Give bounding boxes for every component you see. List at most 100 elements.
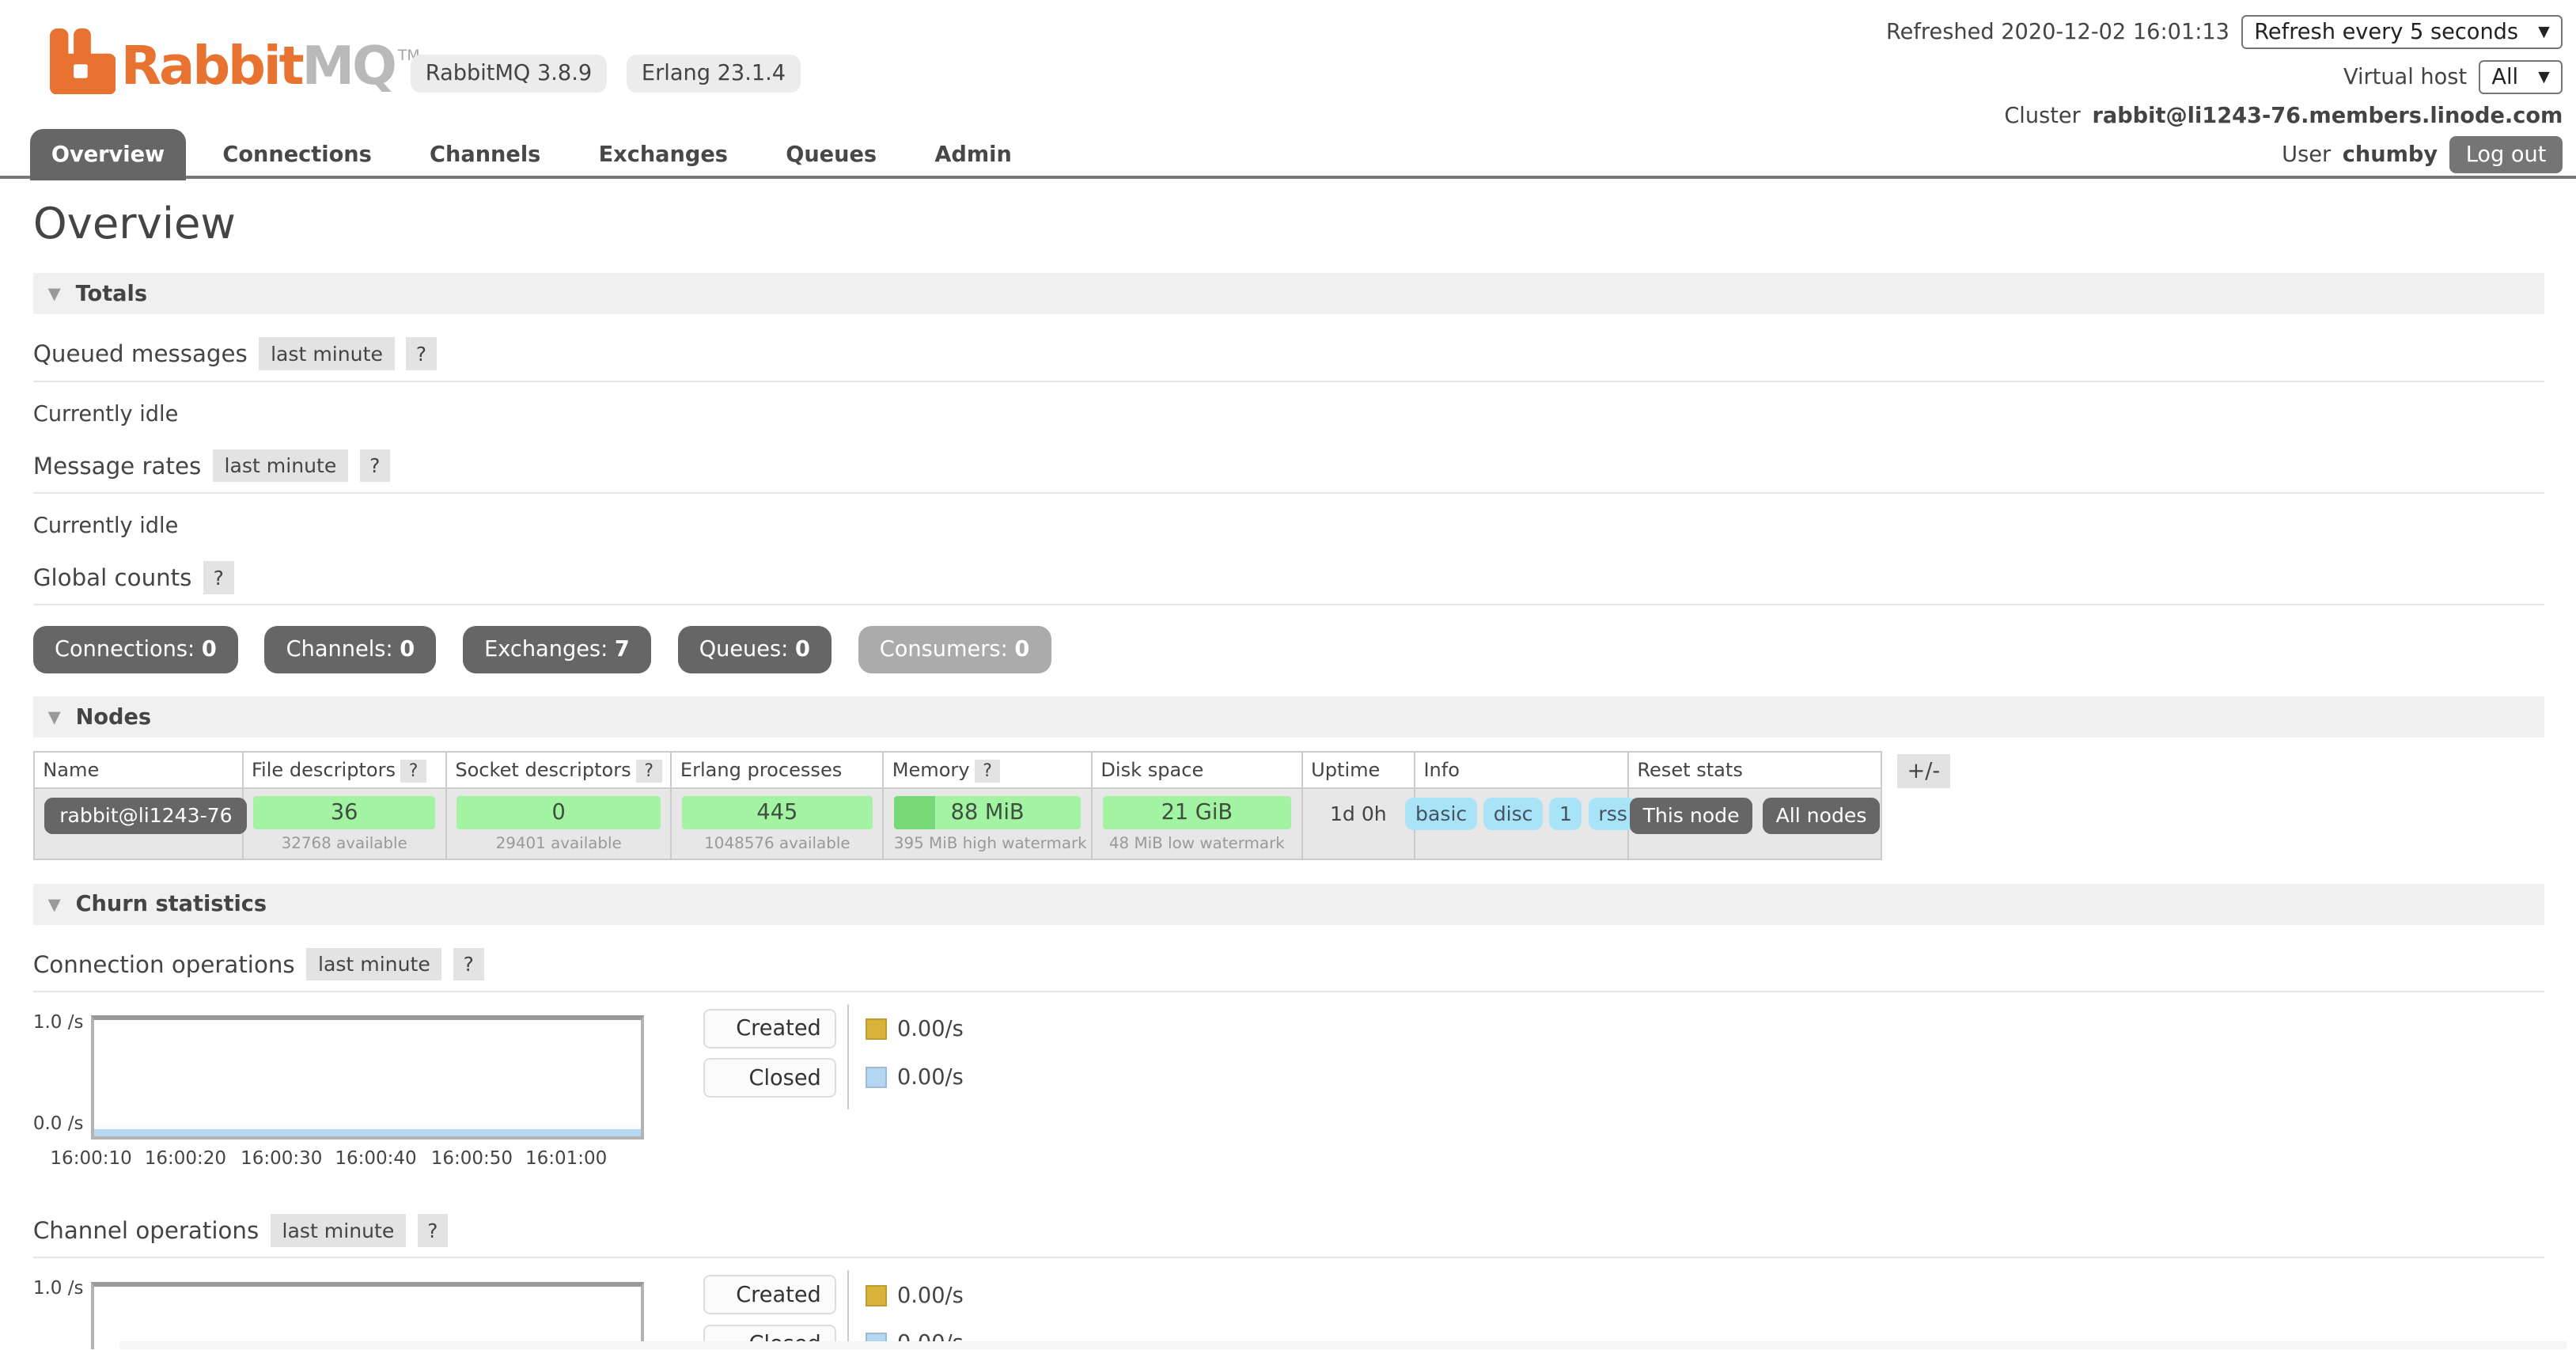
queues-count-button[interactable]: Queues: 0 <box>678 626 832 673</box>
rabbitmq-version-badge: RabbitMQ 3.8.9 <box>411 55 607 93</box>
created-rate-value: 0.00/s <box>897 1017 964 1041</box>
main-nav-tabs: Overview Connections Channels Exchanges … <box>30 129 1048 180</box>
col-header-disk-space: Disk space <box>1092 752 1302 789</box>
rabbitmq-management-overview-page: RabbitMQTM RabbitMQ 3.8.9 Erlang 23.1.4 … <box>0 0 2576 1349</box>
tab-channels[interactable]: Channels <box>408 129 563 180</box>
socket-descriptors-bar: 0 <box>456 796 660 829</box>
user-label: User <box>2282 142 2331 167</box>
help-icon[interactable]: ? <box>360 449 390 483</box>
help-icon[interactable]: ? <box>453 948 483 981</box>
column-selector-button[interactable]: +/- <box>1897 754 1950 789</box>
time-range-chip[interactable]: last minute <box>306 948 441 981</box>
col-header-erlang-processes: Erlang processes <box>671 752 883 789</box>
page-title: Overview <box>33 199 2544 250</box>
user-name: chumby <box>2343 142 2438 167</box>
erlang-processes-available: 1048576 available <box>682 834 873 852</box>
closed-series-line <box>94 1129 641 1136</box>
tab-connections[interactable]: Connections <box>201 129 393 180</box>
col-header-name: Name <box>34 752 243 789</box>
connection-operations-heading: Connection operations last minute ? <box>33 948 2544 992</box>
time-range-chip[interactable]: last minute <box>213 449 348 483</box>
message-rates-status: Currently idle <box>33 514 2544 538</box>
legend-created-button[interactable]: Created <box>703 1275 835 1314</box>
chart-plot-area <box>91 1282 644 1350</box>
message-rates-label: Message rates <box>33 453 201 480</box>
legend-closed-button[interactable]: Closed <box>703 1058 835 1098</box>
tab-overview[interactable]: Overview <box>30 129 187 180</box>
refreshed-timestamp: Refreshed 2020-12-02 16:01:13 <box>1886 20 2229 44</box>
created-rate-value: 0.00/s <box>897 1284 964 1308</box>
section-header-totals[interactable]: ▼ Totals <box>33 273 2544 314</box>
connection-operations-chart: 1.0 /s 0.0 /s 16:00:10 16:00:20 16:00:30… <box>33 1009 2544 1201</box>
virtual-host-label: Virtual host <box>2343 65 2467 89</box>
help-icon[interactable]: ? <box>636 760 662 783</box>
logout-button[interactable]: Log out <box>2449 136 2563 174</box>
col-header-socket-descriptors: Socket descriptors? <box>446 752 672 789</box>
tab-queues[interactable]: Queues <box>764 129 898 180</box>
message-rates-heading: Message rates last minute ? <box>33 449 2544 494</box>
exchanges-count-button[interactable]: Exchanges: 7 <box>463 626 651 673</box>
global-counts-heading: Global counts ? <box>33 561 2544 605</box>
x-tick-label: 16:00:50 <box>431 1148 513 1169</box>
x-tick-label: 16:00:30 <box>241 1148 322 1169</box>
memory-bar: 88 MiB <box>894 796 1082 829</box>
info-tag-basic: basic <box>1405 798 1476 831</box>
node-row: rabbit@li1243-76 36 32768 available 0 29… <box>34 788 1881 859</box>
created-series-swatch <box>866 1285 887 1306</box>
info-tag-1: 1 <box>1549 798 1582 831</box>
y-axis-max-label: 1.0 /s <box>33 1012 84 1033</box>
section-header-churn-statistics[interactable]: ▼ Churn statistics <box>33 884 2544 925</box>
created-series-swatch <box>866 1018 887 1040</box>
help-icon[interactable]: ? <box>975 760 1001 783</box>
rabbitmq-wordmark: RabbitMQTM <box>121 23 420 99</box>
chevron-down-icon: ▼ <box>2538 69 2549 85</box>
connections-count-button[interactable]: Connections: 0 <box>33 626 238 673</box>
queued-messages-label: Queued messages <box>33 340 248 367</box>
collapse-triangle-icon: ▼ <box>48 895 61 914</box>
info-tag-disc: disc <box>1483 798 1543 831</box>
disk-watermark: 48 MiB low watermark <box>1103 834 1292 852</box>
reset-this-node-button[interactable]: This node <box>1630 798 1752 834</box>
virtual-host-select[interactable]: All▼ <box>2479 60 2563 94</box>
tab-exchanges[interactable]: Exchanges <box>577 129 749 180</box>
legend-created-button[interactable]: Created <box>703 1009 835 1049</box>
x-tick-label: 16:00:10 <box>50 1148 131 1169</box>
rabbitmq-logo[interactable]: RabbitMQTM <box>50 23 420 99</box>
disk-space-bar: 21 GiB <box>1103 796 1292 829</box>
collapse-triangle-icon: ▼ <box>48 707 61 726</box>
col-header-info: Info <box>1415 752 1628 789</box>
cluster-name: rabbit@li1243-76.members.linode.com <box>2092 104 2563 128</box>
time-range-chip[interactable]: last minute <box>271 1214 406 1247</box>
refresh-interval-select[interactable]: Refresh every 5 seconds▼ <box>2241 15 2563 49</box>
help-icon[interactable]: ? <box>203 561 233 594</box>
cluster-label: Cluster <box>2004 104 2081 128</box>
y-axis-max-label: 1.0 /s <box>33 1278 84 1299</box>
closed-rate-value: 0.00/s <box>897 1065 964 1090</box>
consumers-count-button: Consumers: 0 <box>858 626 1051 673</box>
channels-count-button[interactable]: Channels: 0 <box>264 626 436 673</box>
section-header-nodes[interactable]: ▼ Nodes <box>33 696 2544 738</box>
y-axis-min-label: 0.0 /s <box>33 1113 84 1134</box>
help-icon[interactable]: ? <box>418 1214 448 1247</box>
node-name-badge[interactable]: rabbit@li1243-76 <box>44 798 247 834</box>
x-tick-label: 16:00:20 <box>145 1148 226 1169</box>
memory-watermark: 395 MiB high watermark <box>894 834 1082 852</box>
tab-admin[interactable]: Admin <box>913 129 1033 180</box>
chevron-down-icon: ▼ <box>2538 24 2549 40</box>
help-icon[interactable]: ? <box>400 760 426 783</box>
time-range-chip[interactable]: last minute <box>259 337 394 370</box>
rabbitmq-logo-icon <box>50 28 116 95</box>
global-counts-label: Global counts <box>33 564 192 591</box>
channel-operations-heading: Channel operations last minute ? <box>33 1214 2544 1258</box>
legend-divider <box>847 1004 849 1110</box>
legend-divider <box>847 1270 849 1349</box>
reset-all-nodes-button[interactable]: All nodes <box>1763 798 1880 834</box>
socket-descriptors-available: 29401 available <box>456 834 660 852</box>
col-header-uptime: Uptime <box>1302 752 1415 789</box>
node-info-tags: basic disc 1 rss <box>1426 796 1618 831</box>
col-header-memory: Memory? <box>883 752 1092 789</box>
col-header-file-descriptors: File descriptors? <box>243 752 446 789</box>
channel-operations-chart: 1.0 /s 0.0 /s 16:00:10 16:00:20 16:00:30… <box>33 1275 2544 1349</box>
col-header-reset-stats: Reset stats <box>1628 752 1881 789</box>
help-icon[interactable]: ? <box>406 337 436 370</box>
